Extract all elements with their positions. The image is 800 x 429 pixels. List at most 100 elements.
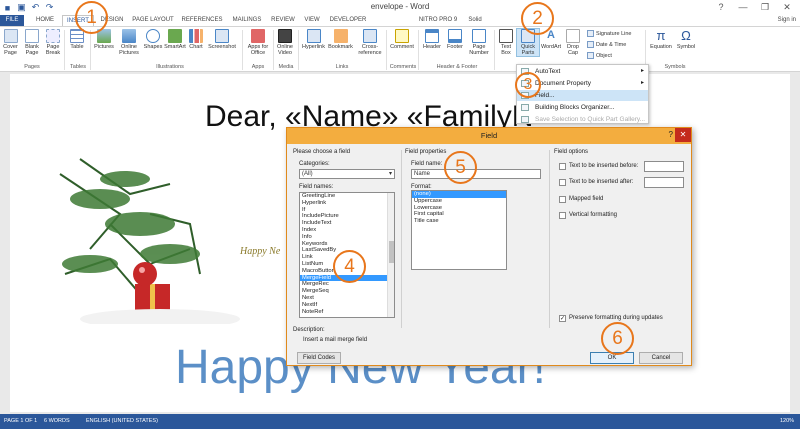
christmas-illustration: Happy Ne	[50, 154, 320, 329]
separator	[418, 30, 419, 70]
tab-view[interactable]: VIEW	[301, 15, 323, 26]
sign-in-link[interactable]: Sign in	[778, 15, 796, 26]
field-name-item[interactable]: Info	[300, 234, 394, 241]
apps-for-office-button[interactable]: Apps for Office	[245, 29, 271, 56]
text-after-label: Text to be inserted after:	[569, 179, 634, 185]
callout-4: 4	[333, 250, 366, 283]
group-label-links: Links	[335, 64, 349, 70]
field-name-item[interactable]: Index	[300, 227, 394, 234]
symbol-button[interactable]: Ω Symbol	[675, 29, 697, 51]
field-name-item[interactable]: IncludeText	[300, 220, 394, 227]
categories-select[interactable]: (All) ▾	[299, 169, 395, 179]
language-status[interactable]: ENGLISH (UNITED STATES)	[86, 418, 158, 424]
tab-home[interactable]: HOME	[32, 15, 58, 26]
field-name-item[interactable]: GreetingLine	[300, 193, 394, 200]
callout-1: 1	[75, 1, 108, 34]
cross-reference-button[interactable]: Cross-reference	[356, 29, 384, 56]
save-selection-icon	[521, 116, 529, 123]
field-names-label: Field names:	[299, 184, 334, 190]
bookmark-icon	[333, 29, 348, 43]
dialog-title-bar: Field ? ✕	[287, 128, 691, 144]
scrollbar[interactable]	[387, 193, 394, 317]
tab-developer[interactable]: DEVELOPER	[327, 15, 369, 26]
list-item[interactable]: Lowercase	[412, 205, 506, 212]
close-icon[interactable]: ✕	[776, 0, 798, 14]
format-list[interactable]: (none) Uppercase Lowercase First capital…	[411, 190, 507, 270]
date-time-button[interactable]: Date & Time	[587, 40, 626, 49]
text-before-input[interactable]	[644, 161, 684, 172]
tab-references[interactable]: REFERENCES	[180, 15, 224, 26]
list-item[interactable]: First capital	[412, 211, 506, 218]
zoom-level[interactable]: 120%	[780, 418, 794, 424]
object-icon	[587, 52, 594, 59]
header-button[interactable]: Header	[420, 29, 444, 50]
field-name-item[interactable]: IncludePicture	[300, 213, 394, 220]
screenshot-button[interactable]: Screenshot	[206, 29, 238, 50]
scrollbar-thumb[interactable]	[389, 241, 394, 263]
help-icon[interactable]: ?	[710, 0, 732, 14]
word-count[interactable]: 6 WORDS	[44, 418, 70, 424]
field-name-item[interactable]: MergeSeq	[300, 288, 394, 295]
title-bar: ■ ▣ ↶ ↷ envelope - Word ? — ❐ ✕	[0, 0, 800, 15]
page-count[interactable]: PAGE 1 OF 1	[4, 418, 37, 424]
chart-button[interactable]: Chart	[187, 29, 205, 50]
chevron-down-icon: ▾	[388, 171, 392, 177]
group-label-media: Media	[278, 64, 294, 70]
online-video-button[interactable]: Online Video	[275, 29, 295, 56]
page-number-button[interactable]: Page Number	[467, 29, 491, 56]
cancel-button[interactable]: Cancel	[639, 352, 683, 364]
field-codes-button[interactable]: Field Codes	[297, 352, 341, 364]
equation-button[interactable]: π Equation	[648, 29, 674, 51]
date-time-icon	[587, 41, 594, 48]
smartart-icon	[168, 29, 182, 43]
blank-page-button[interactable]: Blank Page	[22, 29, 42, 56]
online-pictures-button[interactable]: Online Pictures	[117, 29, 141, 56]
hyperlink-icon	[306, 29, 321, 43]
field-name-item[interactable]: NextIf	[300, 302, 394, 309]
text-before-checkbox[interactable]	[559, 163, 566, 170]
tab-nitro-pro[interactable]: NITRO PRO 9	[418, 15, 458, 26]
text-after-checkbox[interactable]	[559, 179, 566, 186]
comment-button[interactable]: Comment	[388, 29, 416, 50]
list-item[interactable]: Title case	[412, 218, 506, 225]
tab-solid[interactable]: Solid	[465, 15, 485, 26]
signature-line-icon	[587, 30, 594, 37]
field-name-item[interactable]: Keywords	[300, 241, 394, 248]
hyperlink-button[interactable]: Hyperlink	[300, 29, 327, 50]
text-after-input[interactable]	[644, 177, 684, 188]
field-name-item[interactable]: NoteRef	[300, 309, 394, 316]
comment-icon	[395, 29, 409, 43]
separator	[242, 30, 243, 70]
building-blocks-icon	[521, 104, 529, 111]
field-name-item[interactable]: If	[300, 207, 394, 214]
preserve-formatting-label: Preserve formatting during updates	[569, 315, 663, 321]
dialog-close-icon[interactable]: ✕	[675, 128, 691, 142]
tab-file[interactable]: FILE	[0, 15, 24, 26]
vertical-formatting-checkbox[interactable]	[559, 212, 566, 219]
object-button[interactable]: Object	[587, 51, 612, 60]
tab-mailings[interactable]: MAILINGS	[228, 15, 266, 26]
signature-line-button[interactable]: Signature Line	[587, 29, 631, 38]
group-label-symbols: Symbols	[664, 64, 686, 70]
footer-button[interactable]: Footer	[444, 29, 466, 50]
menu-item-building-blocks[interactable]: Building Blocks Organizer...	[517, 102, 648, 113]
text-box-button[interactable]: Text Box	[496, 29, 516, 56]
cover-page-button[interactable]: Cover Page	[1, 29, 20, 56]
smartart-button[interactable]: SmartArt	[164, 29, 186, 50]
shapes-button[interactable]: Shapes	[142, 29, 164, 50]
page-break-button[interactable]: Page Break	[44, 29, 62, 56]
group-label-header-footer: Header & Footer	[436, 64, 478, 70]
minimize-icon[interactable]: —	[732, 0, 754, 14]
tab-page-layout[interactable]: PAGE LAYOUT	[130, 15, 176, 26]
field-name-item[interactable]: Next	[300, 295, 394, 302]
field-name-item[interactable]: Hyperlink	[300, 200, 394, 207]
tab-review[interactable]: REVIEW	[268, 15, 298, 26]
mapped-field-checkbox[interactable]	[559, 196, 566, 203]
list-item[interactable]: (none)	[412, 191, 506, 198]
drop-cap-button[interactable]: Drop Cap	[563, 29, 583, 56]
bookmark-button[interactable]: Bookmark	[327, 29, 354, 50]
restore-icon[interactable]: ❐	[754, 0, 776, 14]
preserve-formatting-checkbox[interactable]: ✓	[559, 315, 566, 322]
dialog-help-icon[interactable]: ?	[669, 130, 673, 139]
list-item[interactable]: Uppercase	[412, 198, 506, 205]
